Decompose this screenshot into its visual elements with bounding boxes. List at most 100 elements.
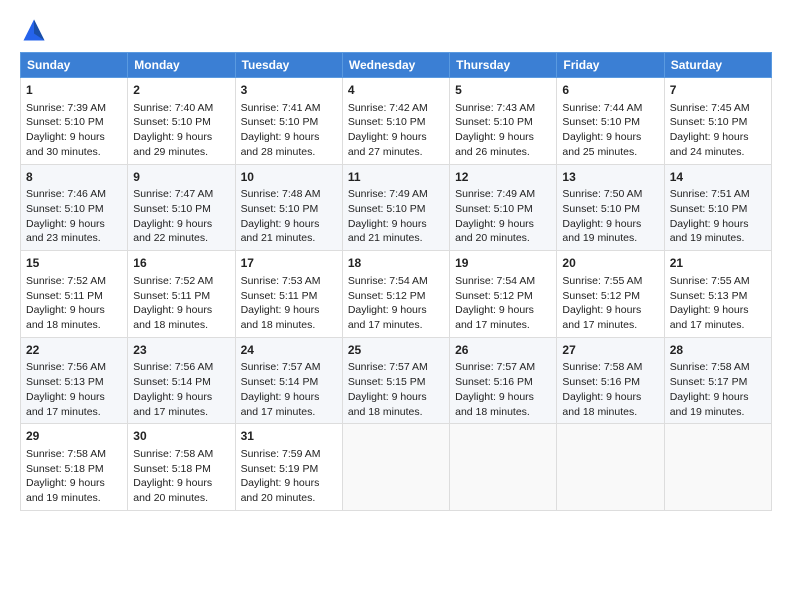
day-info-line: and 23 minutes.	[26, 231, 122, 246]
day-number: 19	[455, 255, 551, 272]
calendar-cell: 17Sunrise: 7:53 AMSunset: 5:11 PMDayligh…	[235, 251, 342, 338]
day-info-line: and 18 minutes.	[133, 318, 229, 333]
day-info-line: Daylight: 9 hours	[133, 303, 229, 318]
day-info-line: Sunrise: 7:43 AM	[455, 101, 551, 116]
day-info-line: Sunset: 5:17 PM	[670, 375, 766, 390]
day-info-line: Sunset: 5:11 PM	[241, 289, 337, 304]
day-info-line: Daylight: 9 hours	[348, 130, 444, 145]
day-info-line: Sunrise: 7:54 AM	[348, 274, 444, 289]
day-info-line: Sunrise: 7:51 AM	[670, 187, 766, 202]
calendar-cell: 27Sunrise: 7:58 AMSunset: 5:16 PMDayligh…	[557, 337, 664, 424]
day-number: 12	[455, 169, 551, 186]
day-info-line: Daylight: 9 hours	[562, 303, 658, 318]
day-info-line: Sunset: 5:15 PM	[348, 375, 444, 390]
calendar-cell: 8Sunrise: 7:46 AMSunset: 5:10 PMDaylight…	[21, 164, 128, 251]
day-info-line: and 18 minutes.	[562, 405, 658, 420]
day-info-line: Sunrise: 7:57 AM	[348, 360, 444, 375]
day-info-line: Sunrise: 7:53 AM	[241, 274, 337, 289]
calendar-cell: 14Sunrise: 7:51 AMSunset: 5:10 PMDayligh…	[664, 164, 771, 251]
weekday-header-friday: Friday	[557, 53, 664, 78]
day-number: 2	[133, 82, 229, 99]
calendar-cell: 15Sunrise: 7:52 AMSunset: 5:11 PMDayligh…	[21, 251, 128, 338]
calendar-week-3: 15Sunrise: 7:52 AMSunset: 5:11 PMDayligh…	[21, 251, 772, 338]
day-info-line: Sunrise: 7:47 AM	[133, 187, 229, 202]
calendar-cell: 1Sunrise: 7:39 AMSunset: 5:10 PMDaylight…	[21, 78, 128, 165]
day-info-line: Sunrise: 7:55 AM	[562, 274, 658, 289]
day-info-line: and 17 minutes.	[133, 405, 229, 420]
day-info-line: and 17 minutes.	[455, 318, 551, 333]
calendar-cell	[557, 424, 664, 511]
day-number: 24	[241, 342, 337, 359]
day-info-line: Daylight: 9 hours	[670, 130, 766, 145]
day-number: 10	[241, 169, 337, 186]
day-number: 13	[562, 169, 658, 186]
day-number: 23	[133, 342, 229, 359]
day-info-line: Daylight: 9 hours	[241, 303, 337, 318]
day-info-line: Sunrise: 7:42 AM	[348, 101, 444, 116]
day-info-line: Daylight: 9 hours	[133, 476, 229, 491]
day-number: 31	[241, 428, 337, 445]
calendar-cell: 18Sunrise: 7:54 AMSunset: 5:12 PMDayligh…	[342, 251, 449, 338]
weekday-header-wednesday: Wednesday	[342, 53, 449, 78]
calendar-cell: 10Sunrise: 7:48 AMSunset: 5:10 PMDayligh…	[235, 164, 342, 251]
day-info-line: and 17 minutes.	[26, 405, 122, 420]
calendar-cell: 21Sunrise: 7:55 AMSunset: 5:13 PMDayligh…	[664, 251, 771, 338]
day-number: 6	[562, 82, 658, 99]
day-info-line: Daylight: 9 hours	[133, 217, 229, 232]
calendar-cell: 5Sunrise: 7:43 AMSunset: 5:10 PMDaylight…	[450, 78, 557, 165]
day-info-line: Sunset: 5:10 PM	[670, 115, 766, 130]
day-info-line: Sunrise: 7:56 AM	[133, 360, 229, 375]
day-info-line: Daylight: 9 hours	[26, 476, 122, 491]
day-info-line: Sunrise: 7:58 AM	[562, 360, 658, 375]
day-info-line: Sunrise: 7:57 AM	[455, 360, 551, 375]
calendar-week-1: 1Sunrise: 7:39 AMSunset: 5:10 PMDaylight…	[21, 78, 772, 165]
day-info-line: Daylight: 9 hours	[133, 130, 229, 145]
day-info-line: Sunrise: 7:58 AM	[670, 360, 766, 375]
day-info-line: Daylight: 9 hours	[670, 217, 766, 232]
day-info-line: and 21 minutes.	[348, 231, 444, 246]
day-info-line: and 26 minutes.	[455, 145, 551, 160]
calendar-cell	[342, 424, 449, 511]
day-info-line: Daylight: 9 hours	[26, 390, 122, 405]
day-number: 26	[455, 342, 551, 359]
calendar-cell: 2Sunrise: 7:40 AMSunset: 5:10 PMDaylight…	[128, 78, 235, 165]
day-info-line: Daylight: 9 hours	[26, 217, 122, 232]
calendar-cell: 3Sunrise: 7:41 AMSunset: 5:10 PMDaylight…	[235, 78, 342, 165]
day-info-line: and 21 minutes.	[241, 231, 337, 246]
day-info-line: Sunset: 5:19 PM	[241, 462, 337, 477]
day-info-line: Sunset: 5:10 PM	[562, 202, 658, 217]
calendar-cell: 12Sunrise: 7:49 AMSunset: 5:10 PMDayligh…	[450, 164, 557, 251]
day-info-line: Daylight: 9 hours	[26, 303, 122, 318]
logo-icon	[20, 16, 48, 44]
day-info-line: Sunset: 5:10 PM	[133, 115, 229, 130]
calendar-cell	[664, 424, 771, 511]
day-number: 8	[26, 169, 122, 186]
calendar-cell: 19Sunrise: 7:54 AMSunset: 5:12 PMDayligh…	[450, 251, 557, 338]
day-info-line: Sunrise: 7:46 AM	[26, 187, 122, 202]
day-info-line: Sunset: 5:10 PM	[670, 202, 766, 217]
calendar-cell: 24Sunrise: 7:57 AMSunset: 5:14 PMDayligh…	[235, 337, 342, 424]
day-info-line: and 19 minutes.	[670, 405, 766, 420]
day-info-line: Sunrise: 7:50 AM	[562, 187, 658, 202]
day-info-line: Sunset: 5:10 PM	[26, 115, 122, 130]
day-info-line: and 24 minutes.	[670, 145, 766, 160]
page: SundayMondayTuesdayWednesdayThursdayFrid…	[0, 0, 792, 612]
day-info-line: and 18 minutes.	[241, 318, 337, 333]
day-number: 20	[562, 255, 658, 272]
day-info-line: Sunset: 5:12 PM	[348, 289, 444, 304]
day-info-line: Sunrise: 7:52 AM	[133, 274, 229, 289]
day-info-line: and 20 minutes.	[241, 491, 337, 506]
weekday-header-tuesday: Tuesday	[235, 53, 342, 78]
day-info-line: Daylight: 9 hours	[348, 390, 444, 405]
weekday-header-sunday: Sunday	[21, 53, 128, 78]
logo	[20, 16, 52, 44]
day-number: 4	[348, 82, 444, 99]
day-info-line: and 22 minutes.	[133, 231, 229, 246]
calendar-cell: 28Sunrise: 7:58 AMSunset: 5:17 PMDayligh…	[664, 337, 771, 424]
day-info-line: and 18 minutes.	[26, 318, 122, 333]
calendar-week-5: 29Sunrise: 7:58 AMSunset: 5:18 PMDayligh…	[21, 424, 772, 511]
day-info-line: Daylight: 9 hours	[455, 130, 551, 145]
header	[20, 16, 772, 44]
day-info-line: Daylight: 9 hours	[348, 217, 444, 232]
calendar-cell: 11Sunrise: 7:49 AMSunset: 5:10 PMDayligh…	[342, 164, 449, 251]
